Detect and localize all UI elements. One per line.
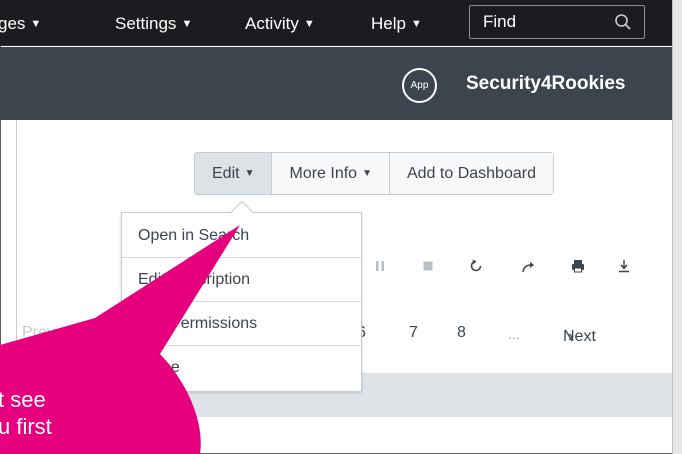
search-icon[interactable] (614, 13, 632, 31)
menu-activity-label: Activity (245, 14, 299, 33)
action-button-group: Edit ▼ More Info ▼ Add to Dashboard (194, 152, 554, 195)
edit-button[interactable]: Edit ▼ (195, 153, 273, 194)
edit-button-label: Edit (212, 165, 240, 182)
menu-help[interactable]: Help ▼ (371, 14, 422, 34)
callout-text: t see u first (0, 386, 52, 440)
menu-help-label: Help (371, 14, 406, 33)
page-link-7[interactable]: 7 (409, 324, 418, 342)
caret-down-icon: ▼ (362, 168, 372, 179)
prev-page-link[interactable]: Prev (22, 324, 55, 342)
caret-down-icon: ▼ (181, 18, 193, 30)
app-name[interactable]: Security4Rookies (466, 73, 625, 95)
callout-line-2: u first (0, 414, 52, 439)
caret-down-icon: ▼ (30, 18, 42, 30)
find-search-box[interactable] (469, 5, 645, 39)
app-badge-icon[interactable]: App (402, 68, 437, 103)
caret-down-icon: ▼ (244, 168, 255, 179)
menu-item-edit-description[interactable]: Edit Description (122, 258, 361, 302)
app-bar: App Security4Rookies (0, 47, 672, 120)
menu-settings[interactable]: Settings ▼ (115, 14, 192, 34)
menu-item-open-in-search[interactable]: Open in Search (122, 214, 361, 258)
more-info-button[interactable]: More Info ▼ (272, 153, 390, 194)
download-icon[interactable] (614, 258, 634, 274)
page-link-8[interactable]: 8 (457, 324, 466, 342)
stop-icon[interactable] (418, 259, 438, 273)
menu-messages[interactable]: ges ▼ (0, 14, 41, 34)
add-to-dashboard-button[interactable]: Add to Dashboard (389, 153, 553, 194)
pause-icon[interactable] (370, 259, 390, 273)
menu-settings-label: Settings (115, 14, 177, 33)
share-icon[interactable] (518, 259, 538, 275)
callout-line-1: t see (0, 387, 46, 412)
more-info-button-label: More Info (289, 165, 358, 182)
top-nav-bar: ges ▼ Settings ▼ Activity ▼ Help ▼ (0, 0, 672, 46)
menu-item-clone[interactable]: Clone (122, 346, 361, 390)
menu-activity[interactable]: Activity ▼ (245, 14, 315, 34)
caret-down-icon: ▼ (410, 18, 422, 30)
menu-messages-label: ges (0, 14, 26, 33)
edit-dropdown-menu: Open in Search Edit Description Edit Per… (121, 200, 362, 392)
find-input[interactable] (470, 6, 610, 38)
scrollbar[interactable] (672, 0, 682, 454)
caret-down-icon: ▼ (303, 18, 315, 30)
print-icon[interactable] (568, 258, 588, 274)
page-ellipsis: ... (508, 326, 520, 342)
chevron-right-icon: › (568, 328, 574, 345)
menu-item-edit-permissions[interactable]: Edit Permissions (122, 302, 361, 346)
refresh-icon[interactable] (466, 258, 486, 274)
